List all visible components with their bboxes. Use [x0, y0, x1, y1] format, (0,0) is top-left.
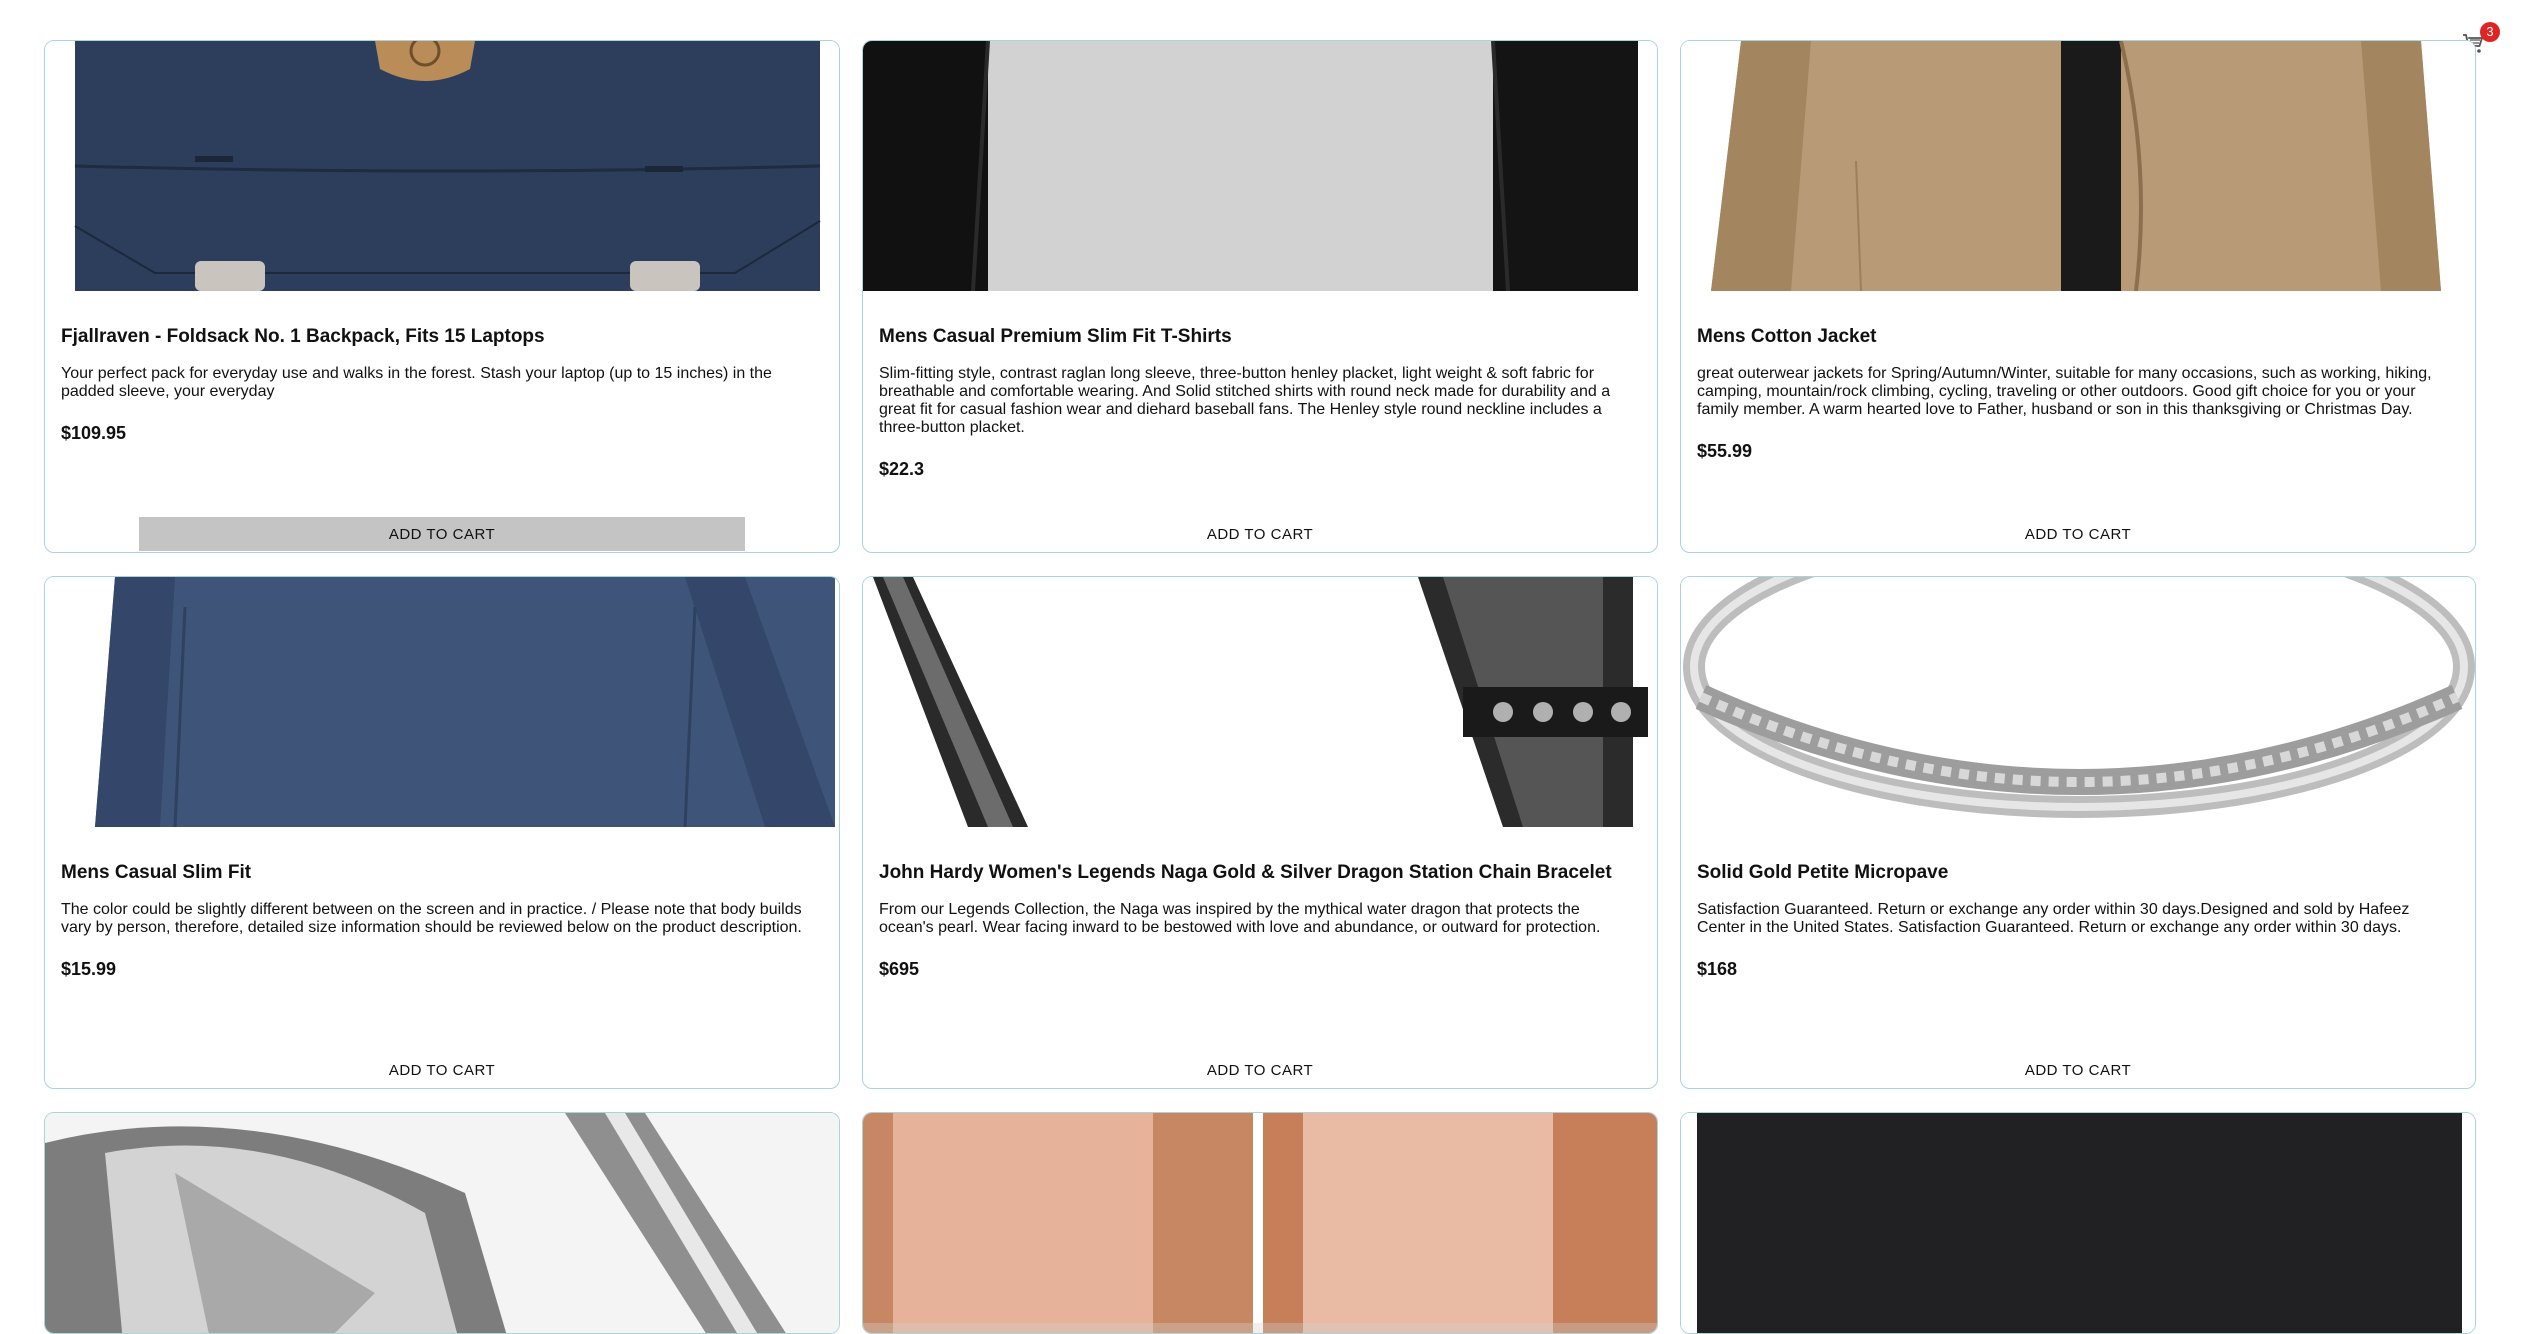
product-price: $109.95 — [61, 423, 127, 443]
product-card — [44, 1112, 840, 1334]
product-description: Your perfect pack for everyday use and w… — [61, 365, 772, 400]
add-to-cart-button[interactable]: ADD TO CART — [957, 1053, 1563, 1087]
product-title[interactable]: Mens Casual Premium Slim Fit T-Shirts — [879, 326, 1641, 348]
product-price: $168 — [1697, 959, 1738, 979]
cart-count-badge: 3 — [2480, 22, 2500, 42]
product-card: Mens Casual Premium Slim Fit T-Shirts Sl… — [862, 40, 1658, 553]
product-image[interactable] — [1681, 577, 2475, 827]
product-description: Satisfaction Guaranteed. Return or excha… — [1697, 901, 2410, 936]
product-image[interactable] — [1681, 41, 2475, 291]
product-card: Fjallraven - Foldsack No. 1 Backpack, Fi… — [44, 40, 840, 553]
add-to-cart-button[interactable]: ADD TO CART — [1775, 517, 2381, 551]
product-image[interactable] — [863, 1113, 1657, 1333]
product-title[interactable]: Mens Casual Slim Fit — [61, 862, 823, 884]
product-title[interactable]: Mens Cotton Jacket — [1697, 326, 2459, 348]
product-card: Solid Gold Petite Micropave Satisfaction… — [1680, 576, 2476, 1089]
product-description: Slim-fitting style, contrast raglan long… — [879, 365, 1611, 436]
product-description: great outerwear jackets for Spring/Autum… — [1697, 365, 2432, 418]
add-to-cart-button[interactable]: ADD TO CART — [139, 517, 745, 551]
product-price: $22.3 — [879, 459, 925, 479]
product-description: From our Legends Collection, the Naga wa… — [879, 901, 1601, 936]
product-card: Mens Cotton Jacket great outerwear jacke… — [1680, 40, 2476, 553]
product-card: John Hardy Women's Legends Naga Gold & S… — [862, 576, 1658, 1089]
product-image[interactable] — [45, 577, 839, 827]
product-price: $695 — [879, 959, 920, 979]
add-to-cart-button[interactable]: ADD TO CART — [957, 517, 1563, 551]
product-image[interactable] — [863, 577, 1657, 827]
product-card — [1680, 1112, 2476, 1334]
product-image[interactable] — [45, 41, 839, 291]
product-card: Mens Casual Slim Fit The color could be … — [44, 576, 840, 1089]
add-to-cart-button[interactable]: ADD TO CART — [1775, 1053, 2381, 1087]
product-title[interactable]: Solid Gold Petite Micropave — [1697, 862, 2459, 884]
product-description: The color could be slightly different be… — [61, 901, 802, 936]
product-title[interactable]: John Hardy Women's Legends Naga Gold & S… — [879, 862, 1641, 884]
product-title[interactable]: Fjallraven - Foldsack No. 1 Backpack, Fi… — [61, 326, 823, 348]
product-image[interactable] — [1681, 1113, 2475, 1333]
product-card — [862, 1112, 1658, 1334]
product-grid: Fjallraven - Foldsack No. 1 Backpack, Fi… — [44, 40, 2477, 1334]
product-image[interactable] — [863, 41, 1657, 291]
add-to-cart-button[interactable]: ADD TO CART — [139, 1053, 745, 1087]
product-price: $55.99 — [1697, 441, 1753, 461]
product-price: $15.99 — [61, 959, 117, 979]
product-image[interactable] — [45, 1113, 839, 1333]
